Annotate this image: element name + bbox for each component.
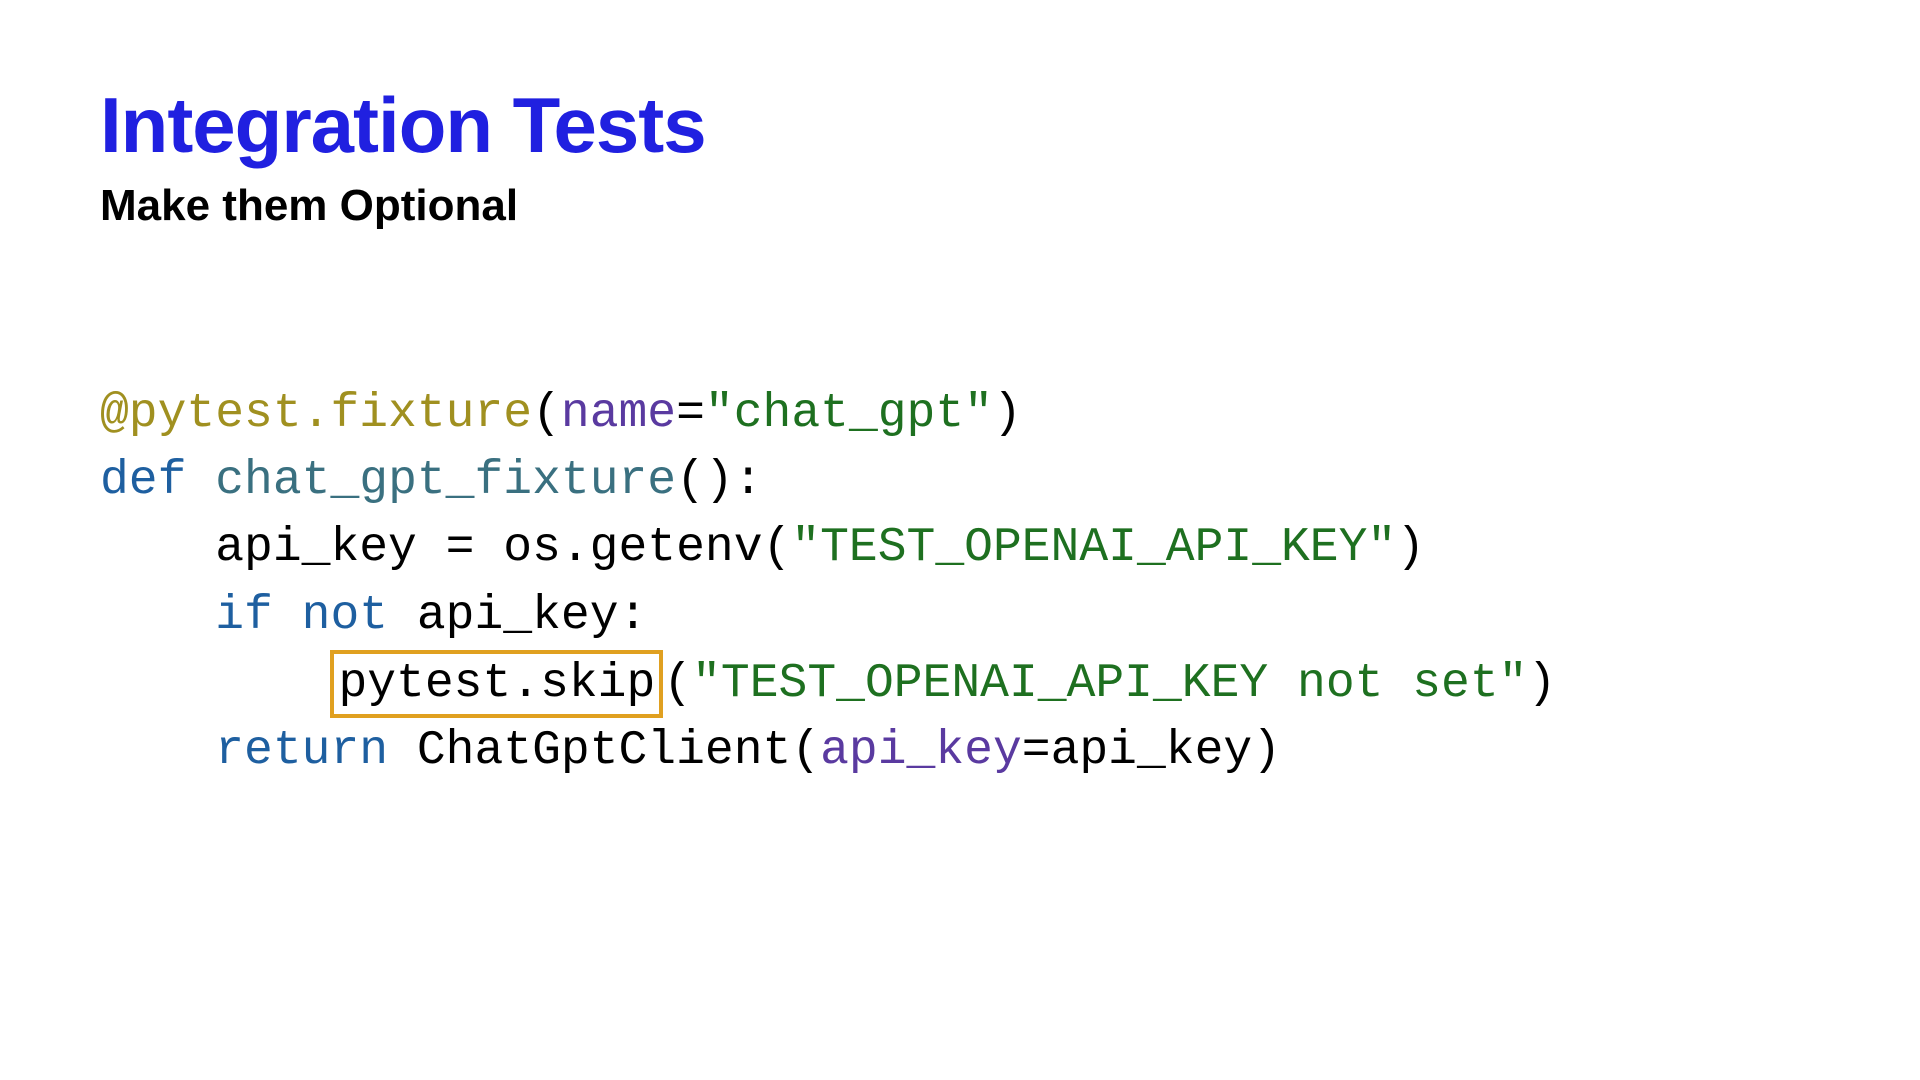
code-line-6: return ChatGptClient(api_key=api_key): [100, 724, 1281, 778]
paren: ): [993, 387, 1022, 441]
equals: =: [676, 387, 705, 441]
paren: (: [532, 387, 561, 441]
param-name: name: [561, 387, 676, 441]
param-name: api_key: [820, 724, 1022, 778]
highlighted-code: pytest.skip: [330, 650, 663, 718]
string-literal: "chat_gpt": [705, 387, 993, 441]
function-name: chat_gpt_fixture: [215, 454, 676, 508]
space: [186, 454, 215, 508]
code-text: ChatGptClient(: [388, 724, 820, 778]
keyword-not: not: [302, 589, 388, 643]
string-literal: "TEST_OPENAI_API_KEY": [791, 521, 1396, 575]
code-line-4: if not api_key:: [100, 589, 647, 643]
code-line-1: @pytest.fixture(name="chat_gpt"): [100, 387, 1022, 441]
code-line-5: pytest.skip("TEST_OPENAI_API_KEY not set…: [100, 657, 1556, 711]
parens: ():: [676, 454, 762, 508]
code-line-2: def chat_gpt_fixture():: [100, 454, 763, 508]
string-literal: "TEST_OPENAI_API_KEY not set": [692, 657, 1527, 711]
paren: (: [663, 657, 692, 711]
paren: ): [1396, 521, 1425, 575]
paren: ): [1527, 657, 1556, 711]
code-text: api_key = os.getenv(: [215, 521, 791, 575]
code-block: @pytest.fixture(name="chat_gpt") def cha…: [100, 381, 1820, 785]
keyword-def: def: [100, 454, 186, 508]
indent: [100, 657, 330, 711]
keyword-if: if: [215, 589, 273, 643]
indent: [100, 724, 215, 778]
code-text: api_key:: [388, 589, 647, 643]
indent: [100, 521, 215, 575]
keyword-return: return: [215, 724, 388, 778]
slide-subtitle: Make them Optional: [100, 181, 1820, 231]
code-line-3: api_key = os.getenv("TEST_OPENAI_API_KEY…: [100, 521, 1425, 575]
indent: [100, 589, 215, 643]
slide-title: Integration Tests: [100, 80, 1820, 171]
code-text: =api_key): [1022, 724, 1281, 778]
space: [273, 589, 302, 643]
decorator: @pytest.fixture: [100, 387, 532, 441]
